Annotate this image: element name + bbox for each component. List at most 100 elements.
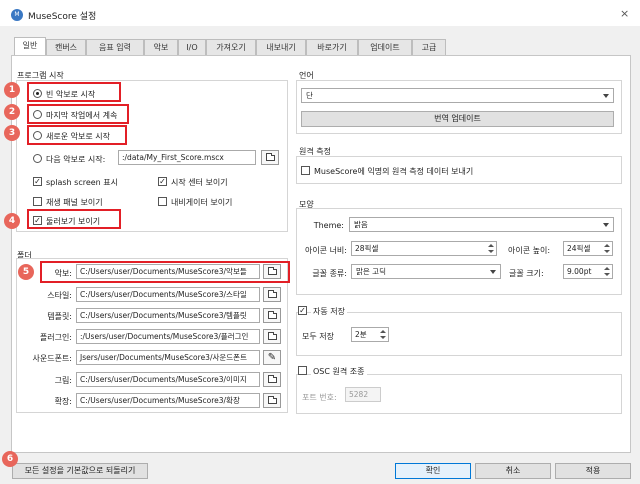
font-face-value: 맑은 고딕 xyxy=(356,267,386,276)
tab-general[interactable]: 일반 xyxy=(14,37,46,56)
folder-browse-templates[interactable] xyxy=(263,308,281,323)
annotation-badge-4: 4 xyxy=(4,213,20,229)
chevron-down-icon xyxy=(490,270,496,274)
osc-checkbox[interactable] xyxy=(298,366,307,375)
spin-down-icon[interactable] xyxy=(488,250,494,253)
window-title: MuseScore 설정 xyxy=(28,12,97,22)
tab-canvas[interactable]: 캔버스 xyxy=(46,39,86,55)
font-size-spinbox[interactable]: 9.00pt xyxy=(563,264,613,279)
update-translations-button[interactable]: 번역 업데이트 xyxy=(301,111,614,127)
autosave-title: 자동 저장 xyxy=(311,306,347,317)
musescore-app-icon: M xyxy=(11,9,23,21)
tab-shortcuts[interactable]: 바로가기 xyxy=(306,39,358,55)
soundfont-edit-button[interactable]: ✎ xyxy=(263,350,281,365)
spin-up-icon[interactable] xyxy=(488,244,494,247)
tab-score[interactable]: 악보 xyxy=(144,39,178,55)
icon-height-label: 아이콘 높이: xyxy=(508,246,551,255)
folder-icon xyxy=(268,396,277,404)
font-face-select[interactable]: 맑은 고딕 xyxy=(351,264,501,279)
folder-icon xyxy=(268,332,277,340)
apply-button[interactable]: 적용 xyxy=(555,463,631,479)
autosave-interval-value: 2분 xyxy=(355,330,367,339)
tab-update[interactable]: 업데이트 xyxy=(358,39,412,55)
folder-label-extensions: 확장: xyxy=(54,397,72,406)
icon-height-value: 24픽셀 xyxy=(567,244,591,253)
folder-browse-extensions[interactable] xyxy=(263,393,281,408)
folder-browse-styles[interactable] xyxy=(263,287,281,302)
spin-up-icon[interactable] xyxy=(604,244,610,247)
theme-select[interactable]: 밝음 xyxy=(349,217,614,232)
font-face-label: 글꼴 종류: xyxy=(312,269,347,278)
highlight-box-5 xyxy=(40,261,290,283)
play-panel-label: 재생 패널 보이기 xyxy=(46,198,103,207)
start-with-score-label: 다음 악보로 시작: xyxy=(46,155,106,164)
folder-label-plugins: 플러그인: xyxy=(39,333,72,342)
osc-title: OSC 원격 조종 xyxy=(311,366,367,377)
navigator-checkbox[interactable] xyxy=(158,197,167,206)
tab-advanced[interactable]: 고급 xyxy=(412,39,446,55)
folder-path-soundfonts[interactable]: Jsers/user/Documents/MuseScore3/사운드폰트 xyxy=(76,350,260,365)
play-panel-checkbox[interactable] xyxy=(33,197,42,206)
folder-path-templates[interactable]: C:/Users/user/Documents/MuseScore3/템플릿 xyxy=(76,308,260,323)
osc-port-value: 5282 xyxy=(349,390,369,399)
start-center-checkbox[interactable]: ✓ xyxy=(158,177,167,186)
spin-down-icon[interactable] xyxy=(604,273,610,276)
folder-browse-images[interactable] xyxy=(263,372,281,387)
language-select[interactable]: 단 xyxy=(301,88,614,103)
folder-icon xyxy=(266,153,275,161)
theme-value: 밝음 xyxy=(354,220,368,229)
reset-defaults-button[interactable]: 모든 설정을 기본값으로 되돌리기 xyxy=(12,463,148,479)
tab-note-input[interactable]: 음표 입력 xyxy=(86,39,144,55)
spin-down-icon[interactable] xyxy=(604,250,610,253)
folder-path-plugins[interactable]: :/Users/user/Documents/MuseScore3/플러그인 xyxy=(76,329,260,344)
folder-path-styles[interactable]: C:/Users/user/Documents/MuseScore3/스타일 xyxy=(76,287,260,302)
language-value: 단 xyxy=(306,91,313,100)
autosave-checkbox[interactable]: ✓ xyxy=(298,306,307,315)
folder-browse-plugins[interactable] xyxy=(263,329,281,344)
chevron-down-icon xyxy=(603,223,609,227)
telemetry-checkbox[interactable] xyxy=(301,166,310,175)
start-score-path-input[interactable]: :/data/My_First_Score.mscx xyxy=(118,150,256,165)
annotation-badge-1: 1 xyxy=(4,82,20,98)
tab-io[interactable]: I/O xyxy=(178,39,206,55)
pencil-icon: ✎ xyxy=(267,352,277,363)
close-icon[interactable]: × xyxy=(620,7,629,20)
start-center-label: 시작 센터 보이기 xyxy=(171,178,228,187)
osc-port-label: 포트 번호: xyxy=(302,393,337,402)
icon-width-value: 28픽셀 xyxy=(355,244,379,253)
tab-import[interactable]: 가져오기 xyxy=(206,39,256,55)
folder-icon xyxy=(268,375,277,383)
spin-up-icon[interactable] xyxy=(604,267,610,270)
font-size-label: 글꼴 크기: xyxy=(509,269,544,278)
autosave-every-label: 모두 저장 xyxy=(302,332,334,341)
osc-port-spinbox[interactable]: 5282 xyxy=(345,387,381,402)
autosave-interval-spinbox[interactable]: 2분 xyxy=(351,327,389,342)
highlight-box-4 xyxy=(27,209,121,229)
autosave-group xyxy=(296,312,622,356)
radio-start-with-score[interactable] xyxy=(33,154,42,163)
chevron-down-icon xyxy=(603,94,609,98)
icon-width-label: 아이콘 너비: xyxy=(304,246,347,255)
start-score-browse-button[interactable] xyxy=(261,150,279,165)
theme-label: Theme: xyxy=(313,221,344,230)
navigator-label: 내비게이터 보이기 xyxy=(171,198,233,207)
folder-label-soundfonts: 사운드폰트: xyxy=(32,354,73,363)
icon-width-spinbox[interactable]: 28픽셀 xyxy=(351,241,497,256)
ok-button[interactable]: 확인 xyxy=(395,463,471,479)
highlight-box-3 xyxy=(27,125,127,145)
folder-icon xyxy=(268,311,277,319)
annotation-badge-3: 3 xyxy=(4,125,20,141)
icon-height-spinbox[interactable]: 24픽셀 xyxy=(563,241,613,256)
annotation-badge-5: 5 xyxy=(18,264,34,280)
spin-up-icon[interactable] xyxy=(380,330,386,333)
folder-label-templates: 템플릿: xyxy=(47,312,72,321)
tab-export[interactable]: 내보내기 xyxy=(256,39,306,55)
highlight-box-1 xyxy=(27,82,121,102)
folder-path-images[interactable]: C:/Users/user/Documents/MuseScore3/이미지 xyxy=(76,372,260,387)
cancel-button[interactable]: 취소 xyxy=(475,463,551,479)
folder-icon xyxy=(268,290,277,298)
splash-checkbox[interactable]: ✓ xyxy=(33,177,42,186)
highlight-box-2 xyxy=(27,104,129,124)
spin-down-icon[interactable] xyxy=(380,336,386,339)
folder-path-extensions[interactable]: C:/Users/user/Documents/MuseScore3/확장 xyxy=(76,393,260,408)
